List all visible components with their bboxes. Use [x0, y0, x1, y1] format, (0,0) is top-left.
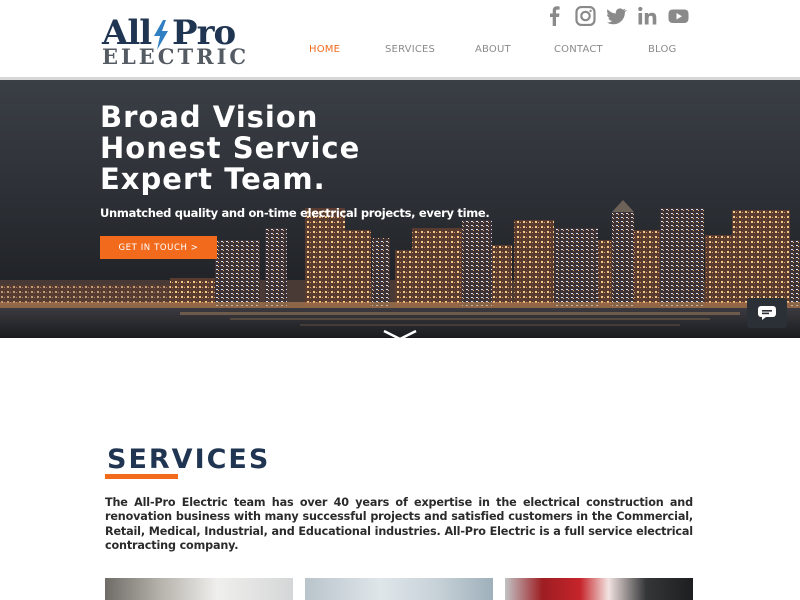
heading-underline — [105, 474, 178, 479]
chat-button[interactable] — [747, 298, 787, 328]
hero-title: Broad Vision Honest Service Expert Team. — [100, 102, 360, 195]
youtube-icon[interactable] — [668, 6, 689, 26]
chevron-down-icon[interactable] — [383, 330, 417, 338]
nav-item-contact[interactable]: CONTACT — [554, 44, 603, 55]
services-description: The All-Pro Electric team has over 40 ye… — [105, 496, 693, 553]
social-links — [544, 6, 689, 26]
nav-item-services[interactable]: SERVICES — [385, 44, 435, 55]
hero-title-line: Honest Service — [100, 131, 361, 165]
brand-logo[interactable]: All Pro ELECTRIC — [102, 16, 262, 68]
logo-word-electric: ELECTRIC — [102, 44, 250, 69]
service-card-image[interactable] — [305, 578, 493, 600]
hero-title-line: Expert Team. — [100, 162, 326, 196]
nav-item-blog[interactable]: BLOG — [648, 44, 677, 55]
facebook-icon[interactable] — [544, 6, 565, 26]
service-card-image[interactable] — [505, 578, 693, 600]
service-card-image[interactable] — [105, 578, 293, 600]
services-heading: SERVICES — [107, 444, 271, 475]
hero-title-line: Broad Vision — [100, 100, 319, 134]
twitter-icon[interactable] — [606, 6, 627, 26]
instagram-icon[interactable] — [575, 6, 596, 26]
nav-item-about[interactable]: ABOUT — [475, 44, 511, 55]
linkedin-icon[interactable] — [637, 6, 658, 26]
hero-banner: Broad Vision Honest Service Expert Team.… — [0, 80, 800, 338]
nav-item-home[interactable]: HOME — [309, 44, 340, 55]
get-in-touch-button[interactable]: GET IN TOUCH > — [100, 236, 217, 259]
chat-bubble-icon — [758, 306, 776, 320]
hero-subtitle: Unmatched quality and on-time electrical… — [100, 206, 490, 220]
site-header: All Pro ELECTRIC HOME SERVICES ABOUT CON… — [0, 0, 800, 80]
